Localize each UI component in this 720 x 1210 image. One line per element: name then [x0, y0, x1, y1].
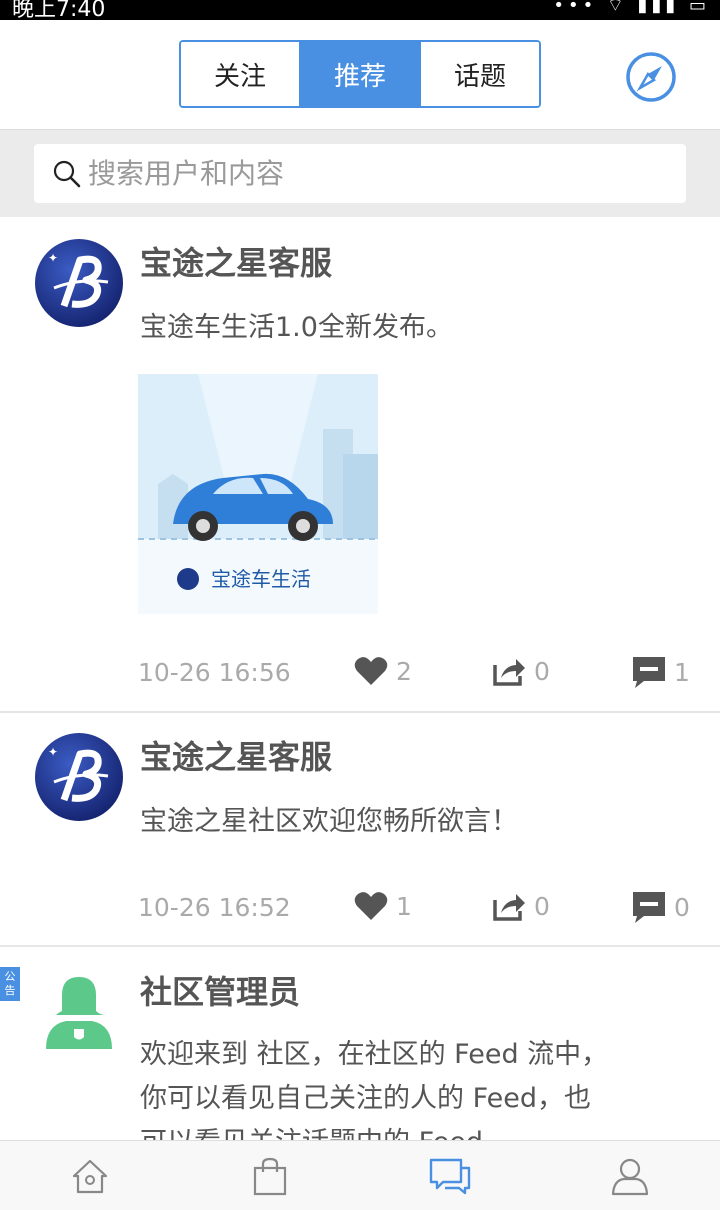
- nav-community[interactable]: [360, 1141, 540, 1210]
- status-bar: 晚上7:40 ••• ⌔ ▮▮▮ ▭: [0, 0, 720, 20]
- like-count: 2: [396, 656, 412, 686]
- avatar[interactable]: ✦: [34, 238, 124, 328]
- feed-post[interactable]: ✦ 宝途之星客服 宝途车生活1.0全新发布。 宝途车生活 10-26 16:56…: [0, 218, 720, 713]
- comment-count: 0: [674, 892, 690, 922]
- nav-home[interactable]: [0, 1141, 180, 1210]
- post-image[interactable]: 宝途车生活: [138, 374, 378, 614]
- post-content: 宝途之星社区欢迎您畅所欲言！: [140, 806, 518, 837]
- status-icons: ••• ⌔ ▮▮▮ ▭: [553, 0, 710, 16]
- share-count: 0: [534, 656, 550, 686]
- like-button[interactable]: 1: [354, 891, 412, 921]
- nav-shop[interactable]: [180, 1141, 360, 1210]
- comment-count: 1: [674, 657, 690, 687]
- comment-button[interactable]: 0: [632, 891, 690, 923]
- top-header: 关注 推荐 话题: [0, 20, 720, 130]
- tab-topics[interactable]: 话题: [419, 42, 539, 106]
- post-image-caption: 宝途车生活: [211, 567, 311, 591]
- chat-icon: [429, 1158, 471, 1194]
- tab-recommended[interactable]: 推荐: [299, 42, 419, 106]
- status-time: 晚上7:40: [12, 0, 106, 20]
- post-content-line: 可以看见关注话题中的 Feed。: [140, 1121, 710, 1140]
- post-time: 10-26 16:56: [138, 658, 291, 687]
- share-button[interactable]: 0: [492, 891, 550, 921]
- post-content: 宝途车生活1.0全新发布。: [140, 312, 453, 343]
- svg-text:✦: ✦: [48, 745, 58, 759]
- feed-post[interactable]: 公告 社区管理员 欢迎来到 社区，在社区的 Feed 流中， 你可以看见自己关注…: [0, 947, 720, 1140]
- post-content-line: 欢迎来到 社区，在社区的 Feed 流中，: [140, 1039, 609, 1070]
- post-content: 欢迎来到 社区，在社区的 Feed 流中， 你可以看见自己关注的人的 Feed，…: [140, 1033, 710, 1140]
- comment-button[interactable]: 1: [632, 656, 690, 688]
- post-author[interactable]: 宝途之星客服: [140, 732, 332, 778]
- search-icon: [53, 160, 81, 187]
- avatar[interactable]: ✦: [34, 732, 124, 822]
- comment-icon: [633, 892, 665, 923]
- tab-following[interactable]: 关注: [181, 42, 299, 106]
- search-box[interactable]: [34, 144, 686, 203]
- announcement-badge: 公告: [0, 967, 20, 1001]
- svg-text:✦: ✦: [48, 251, 58, 265]
- post-author[interactable]: 社区管理员: [140, 967, 300, 1013]
- like-button[interactable]: 2: [354, 656, 412, 686]
- user-icon: [611, 1158, 649, 1195]
- compass-icon[interactable]: [624, 50, 678, 104]
- heart-icon: [354, 657, 388, 685]
- share-button[interactable]: 0: [492, 656, 550, 686]
- share-icon: [493, 659, 525, 686]
- shopping-bag-icon: [253, 1157, 287, 1195]
- bottom-nav: [0, 1140, 720, 1210]
- share-count: 0: [534, 891, 550, 921]
- search-bar: [0, 130, 720, 217]
- heart-icon: [354, 892, 388, 920]
- feed-post[interactable]: ✦ 宝途之星客服 宝途之星社区欢迎您畅所欲言！ 10-26 16:52 1 0 …: [0, 713, 720, 947]
- home-icon: [72, 1159, 108, 1193]
- share-icon: [493, 894, 525, 921]
- feed-tab-switcher: 关注 推荐 话题: [179, 40, 541, 108]
- post-time: 10-26 16:52: [138, 893, 291, 922]
- post-content-line: 你可以看见自己关注的人的 Feed，也: [140, 1083, 591, 1114]
- nav-profile[interactable]: [540, 1141, 720, 1210]
- comment-icon: [633, 657, 665, 688]
- post-author[interactable]: 宝途之星客服: [140, 238, 332, 284]
- admin-avatar-icon[interactable]: [44, 975, 114, 1049]
- like-count: 1: [396, 891, 412, 921]
- search-input[interactable]: [88, 157, 648, 190]
